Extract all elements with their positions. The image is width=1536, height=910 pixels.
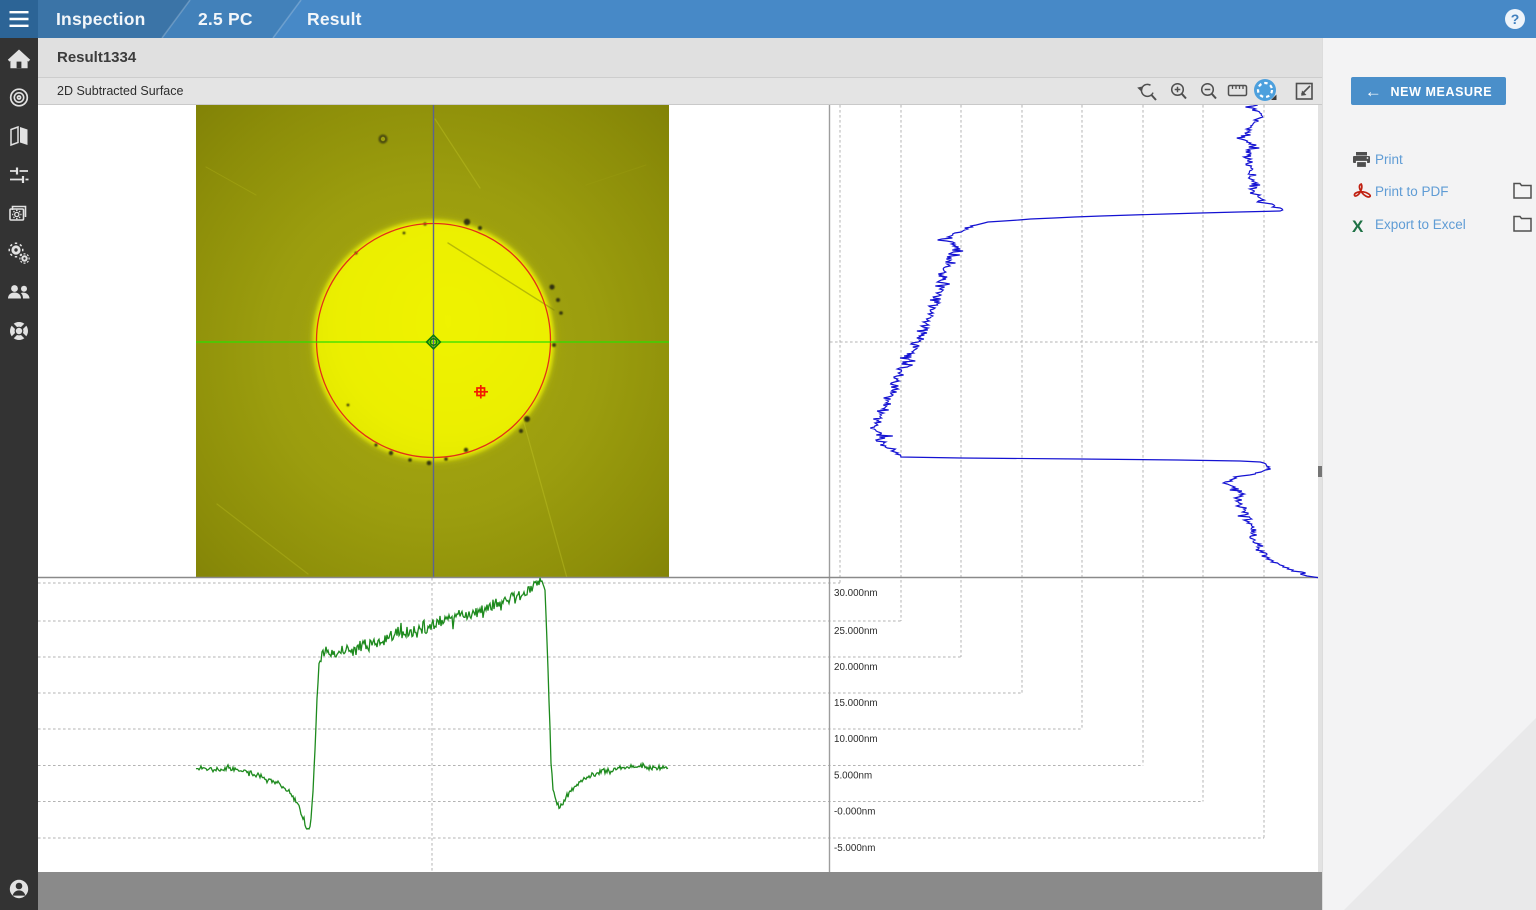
svg-text:-0.000nm: -0.000nm <box>834 807 875 818</box>
svg-text:30.000nm: 30.000nm <box>834 588 878 599</box>
svg-text:X: X <box>1352 217 1364 236</box>
svg-text:5.000nm: 5.000nm <box>834 771 872 782</box>
svg-text:25.000nm: 25.000nm <box>834 626 878 637</box>
svg-text:-5.000nm: -5.000nm <box>834 843 875 854</box>
svg-text:20.000nm: 20.000nm <box>834 662 878 673</box>
svg-text:15.000nm: 15.000nm <box>834 698 878 709</box>
svg-text:10.000nm: 10.000nm <box>834 734 878 745</box>
